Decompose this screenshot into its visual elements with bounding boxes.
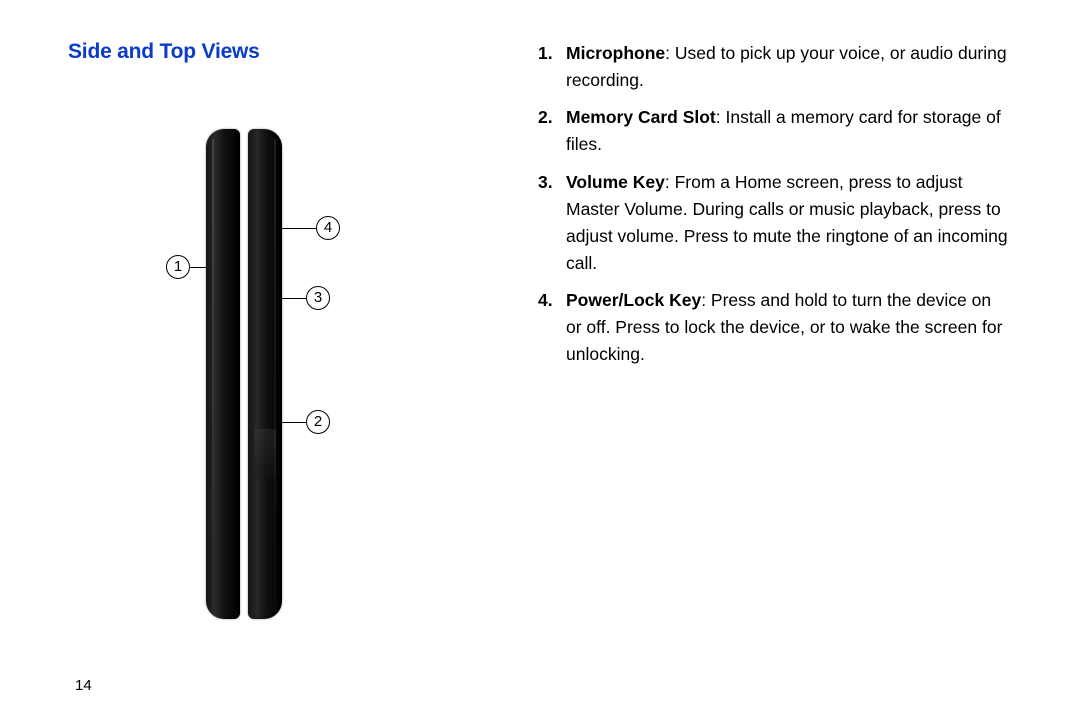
list-item: Microphone: Used to pick up your voice, …	[538, 40, 1010, 94]
memory-slot-region	[254, 429, 276, 479]
right-column: Microphone: Used to pick up your voice, …	[538, 40, 1020, 700]
callout-3: 3	[306, 286, 330, 310]
device-diagram: 1 4 3 2	[148, 124, 468, 644]
callout-1: 1	[166, 255, 190, 279]
leader-1	[189, 267, 207, 268]
device-side-left	[206, 129, 240, 619]
term: Power/Lock Key	[566, 290, 701, 310]
page-number: 14	[75, 677, 92, 694]
callout-4: 4	[316, 216, 340, 240]
leader-3	[282, 298, 306, 299]
term: Volume Key	[566, 172, 665, 192]
callout-2: 2	[306, 410, 330, 434]
section-heading: Side and Top Views	[68, 40, 508, 64]
left-column: Side and Top Views 1 4 3 2	[68, 40, 508, 700]
feature-list: Microphone: Used to pick up your voice, …	[538, 40, 1010, 368]
term: Microphone	[566, 43, 665, 63]
list-item: Volume Key: From a Home screen, press to…	[538, 169, 1010, 278]
manual-page: Side and Top Views 1 4 3 2 Microphone: U…	[0, 0, 1080, 720]
list-item: Power/Lock Key: Press and hold to turn t…	[538, 287, 1010, 368]
device-side-right	[248, 129, 282, 619]
term: Memory Card Slot	[566, 107, 716, 127]
leader-4	[282, 228, 316, 229]
leader-2	[282, 422, 306, 423]
list-item: Memory Card Slot: Install a memory card …	[538, 104, 1010, 158]
